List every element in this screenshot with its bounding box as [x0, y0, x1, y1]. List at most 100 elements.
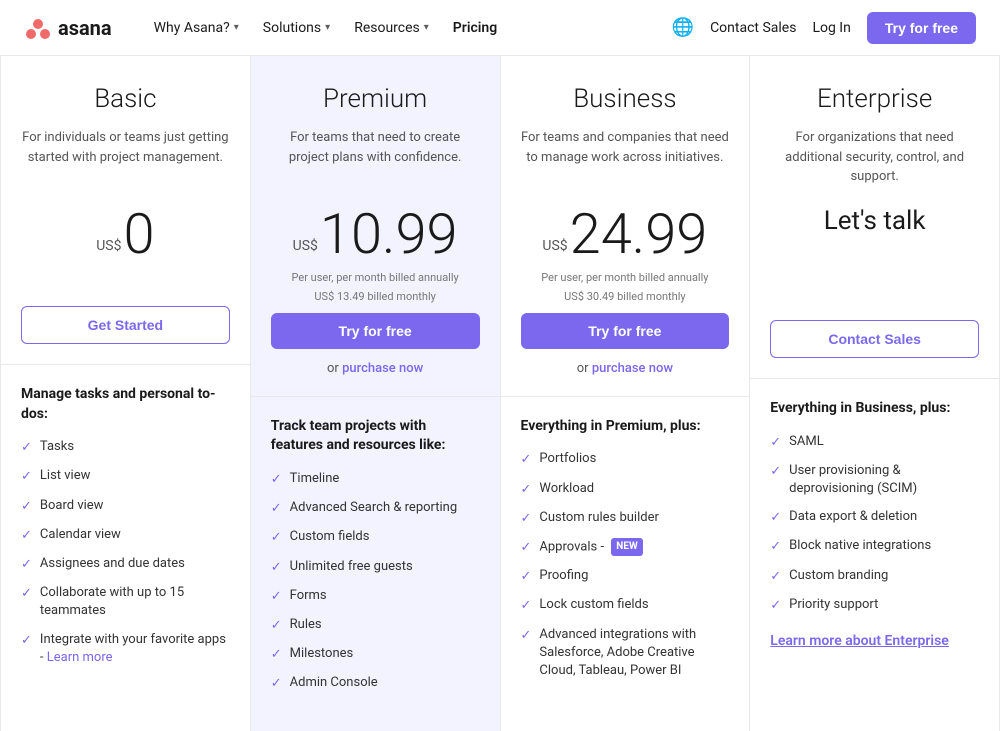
chevron-down-icon: ▾ — [325, 22, 330, 33]
list-item: ✓ Data export & deletion — [770, 508, 979, 527]
list-item: ✓ Timeline — [271, 470, 480, 489]
business-purchase-now: or purchase now — [521, 361, 730, 376]
premium-plan-desc: For teams that need to create project pl… — [271, 128, 480, 188]
navbar: asana Why Asana? ▾ Solutions ▾ Resources… — [0, 0, 1000, 56]
list-item: ✓ Integrate with your favorite apps - Le… — [21, 631, 230, 667]
check-icon: ✓ — [770, 568, 781, 586]
check-icon: ✓ — [271, 500, 282, 518]
nav-resources[interactable]: Resources ▾ — [344, 14, 439, 42]
business-price-note2: US$ 30.49 billed monthly — [521, 289, 730, 304]
chevron-down-icon: ▾ — [234, 22, 239, 33]
nav-try-button[interactable]: Try for free — [867, 12, 976, 44]
pricing-grid: Basic For individuals or teams just gett… — [0, 56, 1000, 731]
premium-purchase-link[interactable]: purchase now — [342, 361, 423, 376]
premium-price-note1: Per user, per month billed annually — [271, 270, 480, 285]
basic-learn-more-link[interactable]: Learn more — [47, 650, 113, 665]
nav-links: Why Asana? ▾ Solutions ▾ Resources ▾ Pri… — [144, 14, 508, 42]
nav-contact-sales[interactable]: Contact Sales — [710, 20, 796, 36]
enterprise-learn-more-link[interactable]: Learn more about Enterprise — [770, 633, 949, 649]
premium-price-currency: US$ — [293, 238, 318, 262]
logo-text: asana — [58, 16, 112, 40]
check-icon: ✓ — [21, 585, 32, 603]
business-features-header: Everything in Premium, plus: — [521, 417, 730, 437]
check-icon: ✓ — [271, 617, 282, 635]
basic-divider — [1, 364, 250, 365]
check-icon: ✓ — [770, 509, 781, 527]
nav-solutions[interactable]: Solutions ▾ — [253, 14, 340, 42]
nav-left: asana Why Asana? ▾ Solutions ▾ Resources… — [24, 14, 507, 42]
list-item: ✓ Rules — [271, 616, 480, 635]
check-icon: ✓ — [21, 468, 32, 486]
check-icon: ✓ — [271, 588, 282, 606]
premium-plan-name: Premium — [271, 84, 480, 114]
premium-try-free-button[interactable]: Try for free — [271, 313, 480, 349]
chevron-down-icon: ▾ — [424, 22, 429, 33]
list-item: ✓ Lock custom fields — [521, 596, 730, 615]
basic-plan-name: Basic — [21, 84, 230, 114]
logo[interactable]: asana — [24, 14, 112, 42]
list-item: ✓ Advanced Search & reporting — [271, 499, 480, 518]
business-feature-list: ✓ Portfolios ✓ Workload ✓ Custom rules b… — [521, 450, 730, 680]
globe-icon[interactable]: 🌐 — [672, 17, 694, 38]
basic-price-amount: 0 — [123, 206, 154, 262]
basic-feature-list: ✓ Tasks ✓ List view ✓ Board view ✓ Calen… — [21, 438, 230, 667]
enterprise-cta-area: Contact Sales — [770, 320, 979, 358]
list-item: ✓ Workload — [521, 480, 730, 499]
plan-business: Business For teams and companies that ne… — [501, 56, 751, 731]
basic-cta-area: Get Started — [21, 306, 230, 344]
premium-price-note2: US$ 13.49 billed monthly — [271, 289, 480, 304]
check-icon: ✓ — [521, 481, 532, 499]
check-icon: ✓ — [21, 632, 32, 650]
check-icon: ✓ — [521, 539, 532, 557]
enterprise-plan-desc: For organizations that need additional s… — [770, 128, 979, 188]
list-item: ✓ Assignees and due dates — [21, 555, 230, 574]
check-icon: ✓ — [770, 434, 781, 452]
plan-enterprise: Enterprise For organizations that need a… — [750, 56, 1000, 731]
list-item: ✓ Priority support — [770, 596, 979, 615]
business-purchase-link[interactable]: purchase now — [592, 361, 673, 376]
enterprise-contact-sales-button[interactable]: Contact Sales — [770, 320, 979, 358]
check-icon: ✓ — [770, 463, 781, 481]
list-item: ✓ Advanced integrations with Salesforce,… — [521, 626, 730, 681]
list-item: ✓ Calendar view — [21, 526, 230, 545]
basic-features-header: Manage tasks and personal to-dos: — [21, 385, 230, 424]
premium-price-amount: 10.99 — [320, 206, 458, 262]
pricing-container: Basic For individuals or teams just gett… — [0, 56, 1000, 731]
list-item: ✓ Portfolios — [521, 450, 730, 469]
business-price-note1: Per user, per month billed annually — [521, 270, 730, 285]
premium-divider — [251, 396, 500, 397]
nav-login-button[interactable]: Log In — [812, 20, 850, 36]
list-item: ✓ Collaborate with up to 15 teammates — [21, 584, 230, 620]
basic-get-started-button[interactable]: Get Started — [21, 306, 230, 344]
check-icon: ✓ — [770, 538, 781, 556]
business-divider — [501, 396, 750, 397]
business-plan-name: Business — [521, 84, 730, 114]
plan-basic: Basic For individuals or teams just gett… — [1, 56, 251, 731]
check-icon: ✓ — [271, 471, 282, 489]
check-icon: ✓ — [21, 498, 32, 516]
list-item: ✓ Custom rules builder — [521, 509, 730, 528]
check-icon: ✓ — [21, 527, 32, 545]
list-item: ✓ Forms — [271, 587, 480, 606]
nav-why-asana[interactable]: Why Asana? ▾ — [144, 14, 249, 42]
business-cta-area: Try for free — [521, 313, 730, 349]
enterprise-divider — [750, 378, 999, 379]
premium-purchase-now: or purchase now — [271, 361, 480, 376]
asana-logo-icon — [24, 14, 52, 42]
nav-right: 🌐 Contact Sales Log In Try for free — [672, 12, 976, 44]
business-price-currency: US$ — [542, 238, 567, 262]
check-icon: ✓ — [271, 559, 282, 577]
check-icon: ✓ — [21, 439, 32, 457]
list-item: ✓ Milestones — [271, 645, 480, 664]
list-item: ✓ Approvals - NEW — [521, 538, 730, 557]
list-item: ✓ Tasks — [21, 438, 230, 457]
nav-pricing[interactable]: Pricing — [443, 14, 507, 42]
business-try-free-button[interactable]: Try for free — [521, 313, 730, 349]
premium-price-row: US$ 10.99 — [271, 206, 480, 262]
check-icon: ✓ — [521, 510, 532, 528]
check-icon: ✓ — [521, 627, 532, 645]
check-icon: ✓ — [521, 451, 532, 469]
basic-price-currency: US$ — [96, 238, 121, 262]
basic-price-row: US$ 0 — [21, 206, 230, 262]
premium-features-header: Track team projects with features and re… — [271, 417, 480, 456]
